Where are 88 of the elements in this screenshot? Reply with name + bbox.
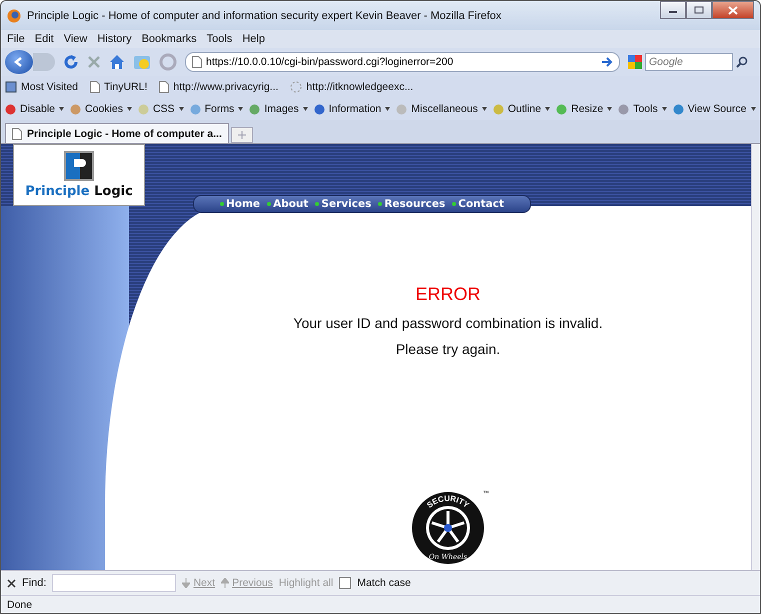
dropdown-caret-icon bbox=[607, 107, 612, 111]
dropdown-caret-icon bbox=[545, 107, 550, 111]
toolbar-menu[interactable]: Resize bbox=[556, 103, 612, 115]
toolbar-icon bbox=[5, 104, 16, 114]
bookmark-item[interactable]: Most Visited bbox=[5, 81, 78, 93]
browser-tab[interactable]: Principle Logic - Home of computer a... bbox=[5, 123, 229, 143]
toolbar-icon bbox=[396, 104, 408, 114]
search-field[interactable]: Google bbox=[645, 53, 733, 71]
match-case-checkbox[interactable] bbox=[339, 577, 352, 589]
nav-link[interactable]: Contact bbox=[452, 198, 504, 210]
nav-link[interactable]: Resources bbox=[378, 198, 446, 210]
page-icon bbox=[192, 56, 202, 68]
bookmark-item[interactable]: http://www.privacyrig... bbox=[159, 81, 278, 93]
toolbar-icon bbox=[190, 104, 201, 114]
address-bar[interactable]: https://10.0.0.10/cgi-bin/password.cgi?loginerror=200 bbox=[185, 52, 620, 72]
home-icon[interactable] bbox=[109, 54, 125, 70]
dropdown-caret-icon bbox=[178, 107, 184, 111]
dropdown-caret-icon bbox=[482, 107, 487, 111]
status-text: Done bbox=[1, 595, 760, 613]
reload-icon[interactable] bbox=[63, 54, 79, 70]
bookmarks-folder-icon bbox=[5, 81, 17, 93]
toolbar-menu[interactable]: Images bbox=[249, 103, 308, 115]
toolbar-menu[interactable]: Outline bbox=[492, 103, 550, 115]
close-icon bbox=[728, 6, 738, 14]
menu-item[interactable]: Help bbox=[242, 33, 265, 45]
nav-link[interactable]: About bbox=[267, 198, 308, 210]
bookmark-item[interactable]: http://itknowledgeexc... bbox=[290, 81, 414, 93]
toolbar-menu[interactable]: CSS bbox=[138, 103, 184, 115]
maximize-button[interactable] bbox=[686, 1, 712, 19]
plus-icon bbox=[238, 131, 246, 139]
search-engine-icon[interactable] bbox=[628, 55, 642, 69]
toolbar-menu[interactable]: Miscellaneous bbox=[396, 103, 487, 115]
error-heading: ERROR bbox=[415, 284, 480, 305]
dropdown-caret-icon bbox=[750, 107, 756, 111]
go-arrow-icon[interactable] bbox=[601, 57, 613, 67]
error-message: Your user ID and password combination is invalid. bbox=[293, 315, 603, 331]
error-message: Please try again. bbox=[396, 341, 500, 357]
toolbar-icon bbox=[672, 104, 684, 114]
scrollbar[interactable] bbox=[751, 144, 760, 570]
toolbar-icon bbox=[314, 104, 325, 114]
toolbar-icon bbox=[556, 104, 568, 114]
toolbar-menu[interactable]: Information bbox=[314, 103, 390, 115]
toolbar-menu[interactable]: Disable bbox=[5, 103, 64, 115]
close-icon[interactable] bbox=[7, 578, 16, 588]
menu-item[interactable]: Bookmarks bbox=[142, 33, 197, 45]
menu-item[interactable]: Edit bbox=[34, 33, 54, 45]
dropdown-caret-icon bbox=[662, 107, 667, 111]
bookmark-item[interactable]: TinyURL! bbox=[90, 81, 148, 93]
page-icon bbox=[90, 81, 100, 93]
dropdown-caret-icon bbox=[59, 107, 64, 111]
loading-icon bbox=[290, 81, 302, 93]
toolbar-menu[interactable]: Forms bbox=[190, 103, 244, 115]
nav-link[interactable]: Home bbox=[220, 198, 260, 210]
window-title: Principle Logic - Home of computer and information security expert Kevin Beaver - Mozilla Firefox bbox=[27, 10, 502, 22]
close-button[interactable] bbox=[712, 1, 754, 19]
logo-icon bbox=[64, 151, 94, 181]
address-field[interactable]: https://10.0.0.10/cgi-bin/password.cgi?loginerror=200 bbox=[206, 56, 597, 68]
browser-logo-icon bbox=[7, 8, 21, 22]
toolbar-icon bbox=[138, 104, 149, 114]
back-button[interactable] bbox=[5, 50, 33, 74]
toolbar-menu[interactable]: View Source bbox=[672, 103, 756, 115]
toolbar-icon bbox=[70, 104, 82, 114]
minimize-button[interactable] bbox=[660, 1, 686, 19]
nav-link[interactable]: Services bbox=[315, 198, 372, 210]
up-arrow-icon bbox=[221, 578, 230, 588]
menu-item[interactable]: History bbox=[97, 33, 132, 45]
new-tab-button[interactable] bbox=[230, 127, 253, 143]
dropdown-caret-icon bbox=[385, 107, 390, 111]
menu-item[interactable]: File bbox=[7, 33, 25, 45]
page-icon bbox=[12, 128, 22, 140]
find-label: Find: bbox=[22, 577, 46, 589]
menu-item[interactable]: Tools bbox=[206, 33, 232, 45]
search-icon[interactable] bbox=[736, 56, 748, 68]
toolbar-menu[interactable]: Cookies bbox=[70, 103, 132, 115]
find-field[interactable] bbox=[52, 574, 176, 592]
menu-item[interactable]: View bbox=[64, 33, 88, 45]
toolbar-icon bbox=[492, 104, 504, 114]
logo-text: Principle Logic bbox=[25, 184, 133, 199]
maximize-icon bbox=[694, 6, 704, 14]
match-case-label: Match case bbox=[357, 577, 411, 589]
dropdown-caret-icon bbox=[238, 107, 244, 111]
toolbar-icon bbox=[249, 104, 260, 114]
down-arrow-icon bbox=[182, 578, 190, 588]
page-icon bbox=[159, 81, 170, 93]
toolbar-icon bbox=[618, 104, 630, 114]
dropdown-caret-icon bbox=[126, 107, 132, 111]
dropdown-caret-icon bbox=[302, 107, 308, 111]
toolbar-menu[interactable]: Tools bbox=[618, 103, 667, 115]
